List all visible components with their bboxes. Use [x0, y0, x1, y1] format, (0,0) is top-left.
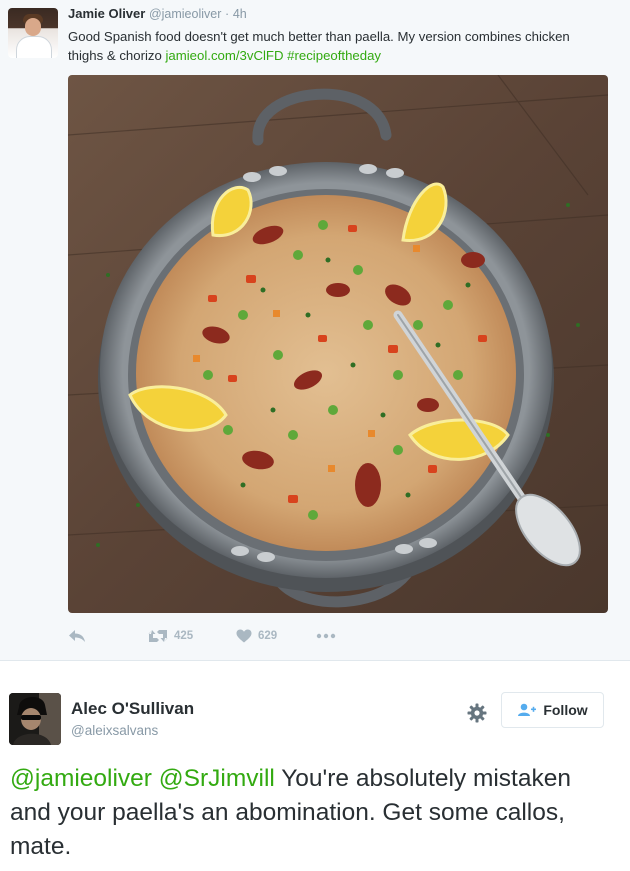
mention-jamieoliver[interactable]: @jamieoliver: [10, 765, 152, 792]
tweet-jamie-oliver: Jamie Oliver @jamieoliver · 4h Good Span…: [0, 0, 630, 661]
retweet-button[interactable]: 425: [148, 629, 236, 643]
mention-srjimvill[interactable]: @SrJimvill: [159, 765, 275, 792]
avatar-alec-osullivan[interactable]: [9, 693, 61, 745]
separator-dot: ·: [225, 7, 230, 21]
tweet-photo-paella[interactable]: [68, 75, 608, 613]
reply-tweet-text: @jamieoliver @SrJimvill You're absolutel…: [10, 762, 610, 864]
settings-gear-button[interactable]: [465, 701, 489, 725]
avatar-jamie-oliver[interactable]: [8, 8, 58, 58]
heart-icon: [236, 629, 252, 643]
avatar-shirt: [16, 36, 52, 58]
author-name[interactable]: Alec O'Sullivan: [71, 699, 194, 719]
tweet-link[interactable]: jamieol.com/3vClFD: [166, 48, 284, 63]
hashtag-link[interactable]: #recipeoftheday: [287, 48, 381, 63]
retweet-count: 425: [174, 630, 194, 642]
follow-button-label: Follow: [543, 702, 588, 718]
tweet-action-bar: 425 629: [68, 626, 336, 646]
like-count: 629: [258, 630, 278, 642]
follow-person-icon: [518, 703, 537, 716]
avatar-illustration: [9, 693, 61, 745]
follow-button[interactable]: Follow: [501, 692, 604, 728]
more-button[interactable]: [316, 633, 336, 639]
gear-icon: [467, 703, 487, 723]
paella-illustration: [68, 75, 608, 613]
reply-button[interactable]: [68, 629, 148, 643]
author-name[interactable]: Jamie Oliver: [68, 6, 145, 21]
more-icon: [316, 633, 336, 639]
retweet-icon: [148, 630, 168, 642]
author-handle[interactable]: @aleixsalvans: [71, 723, 158, 738]
tweet-header: Jamie Oliver @jamieoliver · 4h: [68, 6, 247, 21]
tweet-text: Good Spanish food doesn't get much bette…: [68, 27, 608, 65]
tweet-alec-osullivan: Alec O'Sullivan @aleixsalvans Follow @ja…: [0, 661, 630, 871]
avatar-head: [25, 18, 41, 36]
author-handle[interactable]: @jamieoliver: [149, 7, 221, 21]
like-button[interactable]: 629: [236, 629, 316, 643]
tweet-timestamp[interactable]: 4h: [233, 7, 247, 21]
reply-icon: [69, 630, 85, 642]
